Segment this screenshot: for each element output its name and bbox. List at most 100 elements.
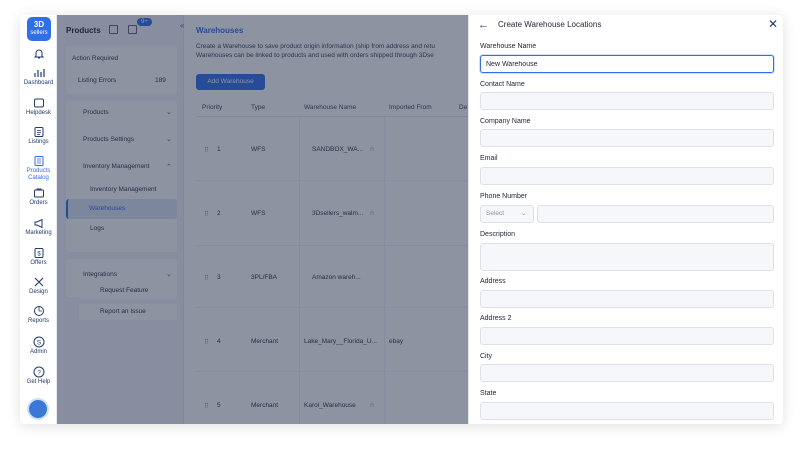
address2-label: Address 2 [480, 315, 512, 322]
listings-icon [34, 127, 43, 137]
warehouses-page: Warehouses Create a Warehouse to save pr… [184, 15, 468, 424]
table-icon[interactable] [128, 25, 137, 34]
create-warehouse-drawer: ← Create Warehouse Locations ✕ Warehouse… [468, 15, 783, 424]
row-divider [196, 180, 468, 181]
drag-handle-icon[interactable]: ⠿ [204, 146, 209, 154]
nav-get-help[interactable]: ? Get Help [20, 366, 57, 386]
star-icon[interactable]: ☆ [369, 145, 375, 153]
row-type: Merchant [251, 402, 279, 409]
nav-design[interactable]: Design [20, 276, 57, 296]
subnav-logs[interactable]: Logs [90, 225, 104, 232]
action-required-card: Action Required Listing Errors 189 [66, 46, 177, 94]
row-divider [196, 307, 468, 308]
drag-handle-icon[interactable]: ⠿ [204, 274, 209, 282]
nav-dashboard[interactable]: Dashboard [20, 67, 57, 87]
subnav-inventory-item[interactable]: Inventory Management [90, 186, 156, 193]
design-icon [34, 277, 43, 287]
row-warehouse-name[interactable]: Karol_Warehouse [304, 402, 356, 409]
contact-name-input[interactable] [480, 92, 774, 110]
description-label: Description [480, 231, 516, 238]
row-priority: 5 [217, 402, 221, 409]
nav-orders[interactable]: Orders [20, 187, 57, 207]
col-imported-from[interactable]: Imported From [389, 104, 432, 111]
subnav-products-settings[interactable]: Products Settings [83, 136, 134, 143]
warehouse-name-input[interactable] [480, 55, 774, 73]
row-warehouse-name[interactable]: Amazon wareh... [312, 274, 361, 281]
address-input[interactable] [480, 290, 774, 308]
row-divider [196, 371, 468, 372]
report-issue-button[interactable]: Report an Issue [79, 304, 177, 320]
row-type: Merchant [251, 338, 279, 345]
drag-handle-icon[interactable]: ⠿ [204, 338, 209, 346]
phone-label: Phone Number [480, 193, 528, 200]
nav-offers[interactable]: $ Offers [20, 247, 57, 267]
drag-handle-icon[interactable]: ⠿ [204, 210, 209, 218]
col-warehouse-name[interactable]: Warehouse Name [304, 104, 356, 111]
chevron-up-icon: ⌃ [166, 164, 172, 171]
listing-errors-link[interactable]: Listing Errors [78, 77, 116, 84]
chevron-down-icon: ⌄ [521, 210, 527, 217]
request-feature-button[interactable]: Request Feature [79, 283, 177, 299]
contact-name-label: Contact Name [480, 81, 525, 88]
nav-notifications[interactable] [20, 48, 57, 60]
col-type[interactable]: Type [251, 104, 265, 111]
bell-icon [33, 49, 44, 59]
subnav-warehouses[interactable]: Warehouses [66, 199, 177, 219]
drag-handle-icon[interactable]: ⠿ [204, 402, 209, 410]
brand-logo[interactable]: 3D sellers [27, 17, 51, 41]
nav-admin[interactable]: S Admin [20, 336, 57, 356]
row-warehouse-name[interactable]: 3Dsellers_walm... [312, 210, 363, 217]
notification-badge: 9+ [137, 18, 152, 26]
col-description[interactable]: De [459, 104, 467, 111]
city-input[interactable] [480, 364, 774, 382]
company-name-input[interactable] [480, 129, 774, 147]
description-textarea[interactable] [480, 243, 774, 271]
grid-icon[interactable] [109, 25, 118, 34]
back-arrow-icon[interactable]: ← [478, 19, 489, 31]
svg-text:$: $ [37, 252, 41, 258]
nav-admin-label: Admin [29, 349, 47, 355]
admin-icon: S [33, 336, 44, 348]
nav-get-help-label: Get Help [26, 379, 51, 385]
row-priority: 4 [217, 338, 221, 345]
nav-reports[interactable]: Reports [20, 305, 57, 325]
warehouse-name-label: Warehouse Name [480, 43, 537, 50]
nav-design-label: Design [29, 289, 48, 295]
nav-products-catalog[interactable]: Products Catalog [20, 155, 57, 182]
column-divider [299, 117, 300, 424]
app-window: 3D sellers Dashboard Helpdesk Listings P… [20, 15, 783, 424]
phone-country-select[interactable]: Select ⌄ [480, 205, 534, 223]
phone-number-input[interactable] [537, 205, 774, 223]
row-warehouse-name[interactable]: Lake_Mary__Florida_U... [304, 338, 377, 345]
star-icon[interactable]: ☆ [369, 209, 375, 217]
nav-marketing[interactable]: Marketing [20, 217, 57, 237]
star-icon[interactable]: ☆ [369, 401, 375, 409]
nav-listings[interactable]: Listings [20, 126, 57, 146]
subnav-products[interactable]: Products [83, 109, 109, 116]
products-menu-card: Products ⌄ Products Settings ⌄ Inventory… [66, 101, 177, 252]
close-icon[interactable]: ✕ [768, 17, 778, 31]
user-avatar[interactable] [27, 398, 49, 420]
row-priority: 2 [217, 210, 221, 217]
add-warehouse-button[interactable]: Add Warehouse [196, 74, 265, 90]
email-input[interactable] [480, 167, 774, 185]
col-priority[interactable]: Priority [202, 104, 222, 111]
request-feature-label: Request Feature [100, 287, 149, 294]
row-warehouse-name[interactable]: SANDBOX_WA... [312, 146, 363, 153]
orders-icon [33, 188, 44, 198]
description-line-2: Warehouses can be linked to products and… [196, 52, 434, 59]
subnav-integrations[interactable]: Integrations [83, 271, 117, 278]
action-required-label: Action Required [72, 55, 119, 62]
chevron-down-icon: ⌄ [166, 109, 172, 116]
catalog-icon [34, 156, 43, 166]
description-line-1: Create a Warehouse to save product origi… [196, 43, 435, 50]
state-input[interactable] [480, 402, 774, 420]
nav-reports-label: Reports [27, 318, 49, 324]
address2-input[interactable] [480, 327, 774, 345]
nav-helpdesk[interactable]: Helpdesk [20, 97, 57, 117]
row-divider [196, 245, 468, 246]
page-description: Create a Warehouse to save product origi… [196, 42, 435, 60]
nav-listings-label: Listings [28, 139, 49, 145]
subnav-inventory-management[interactable]: Inventory Management [83, 163, 149, 170]
row-type: WFS [251, 146, 266, 153]
